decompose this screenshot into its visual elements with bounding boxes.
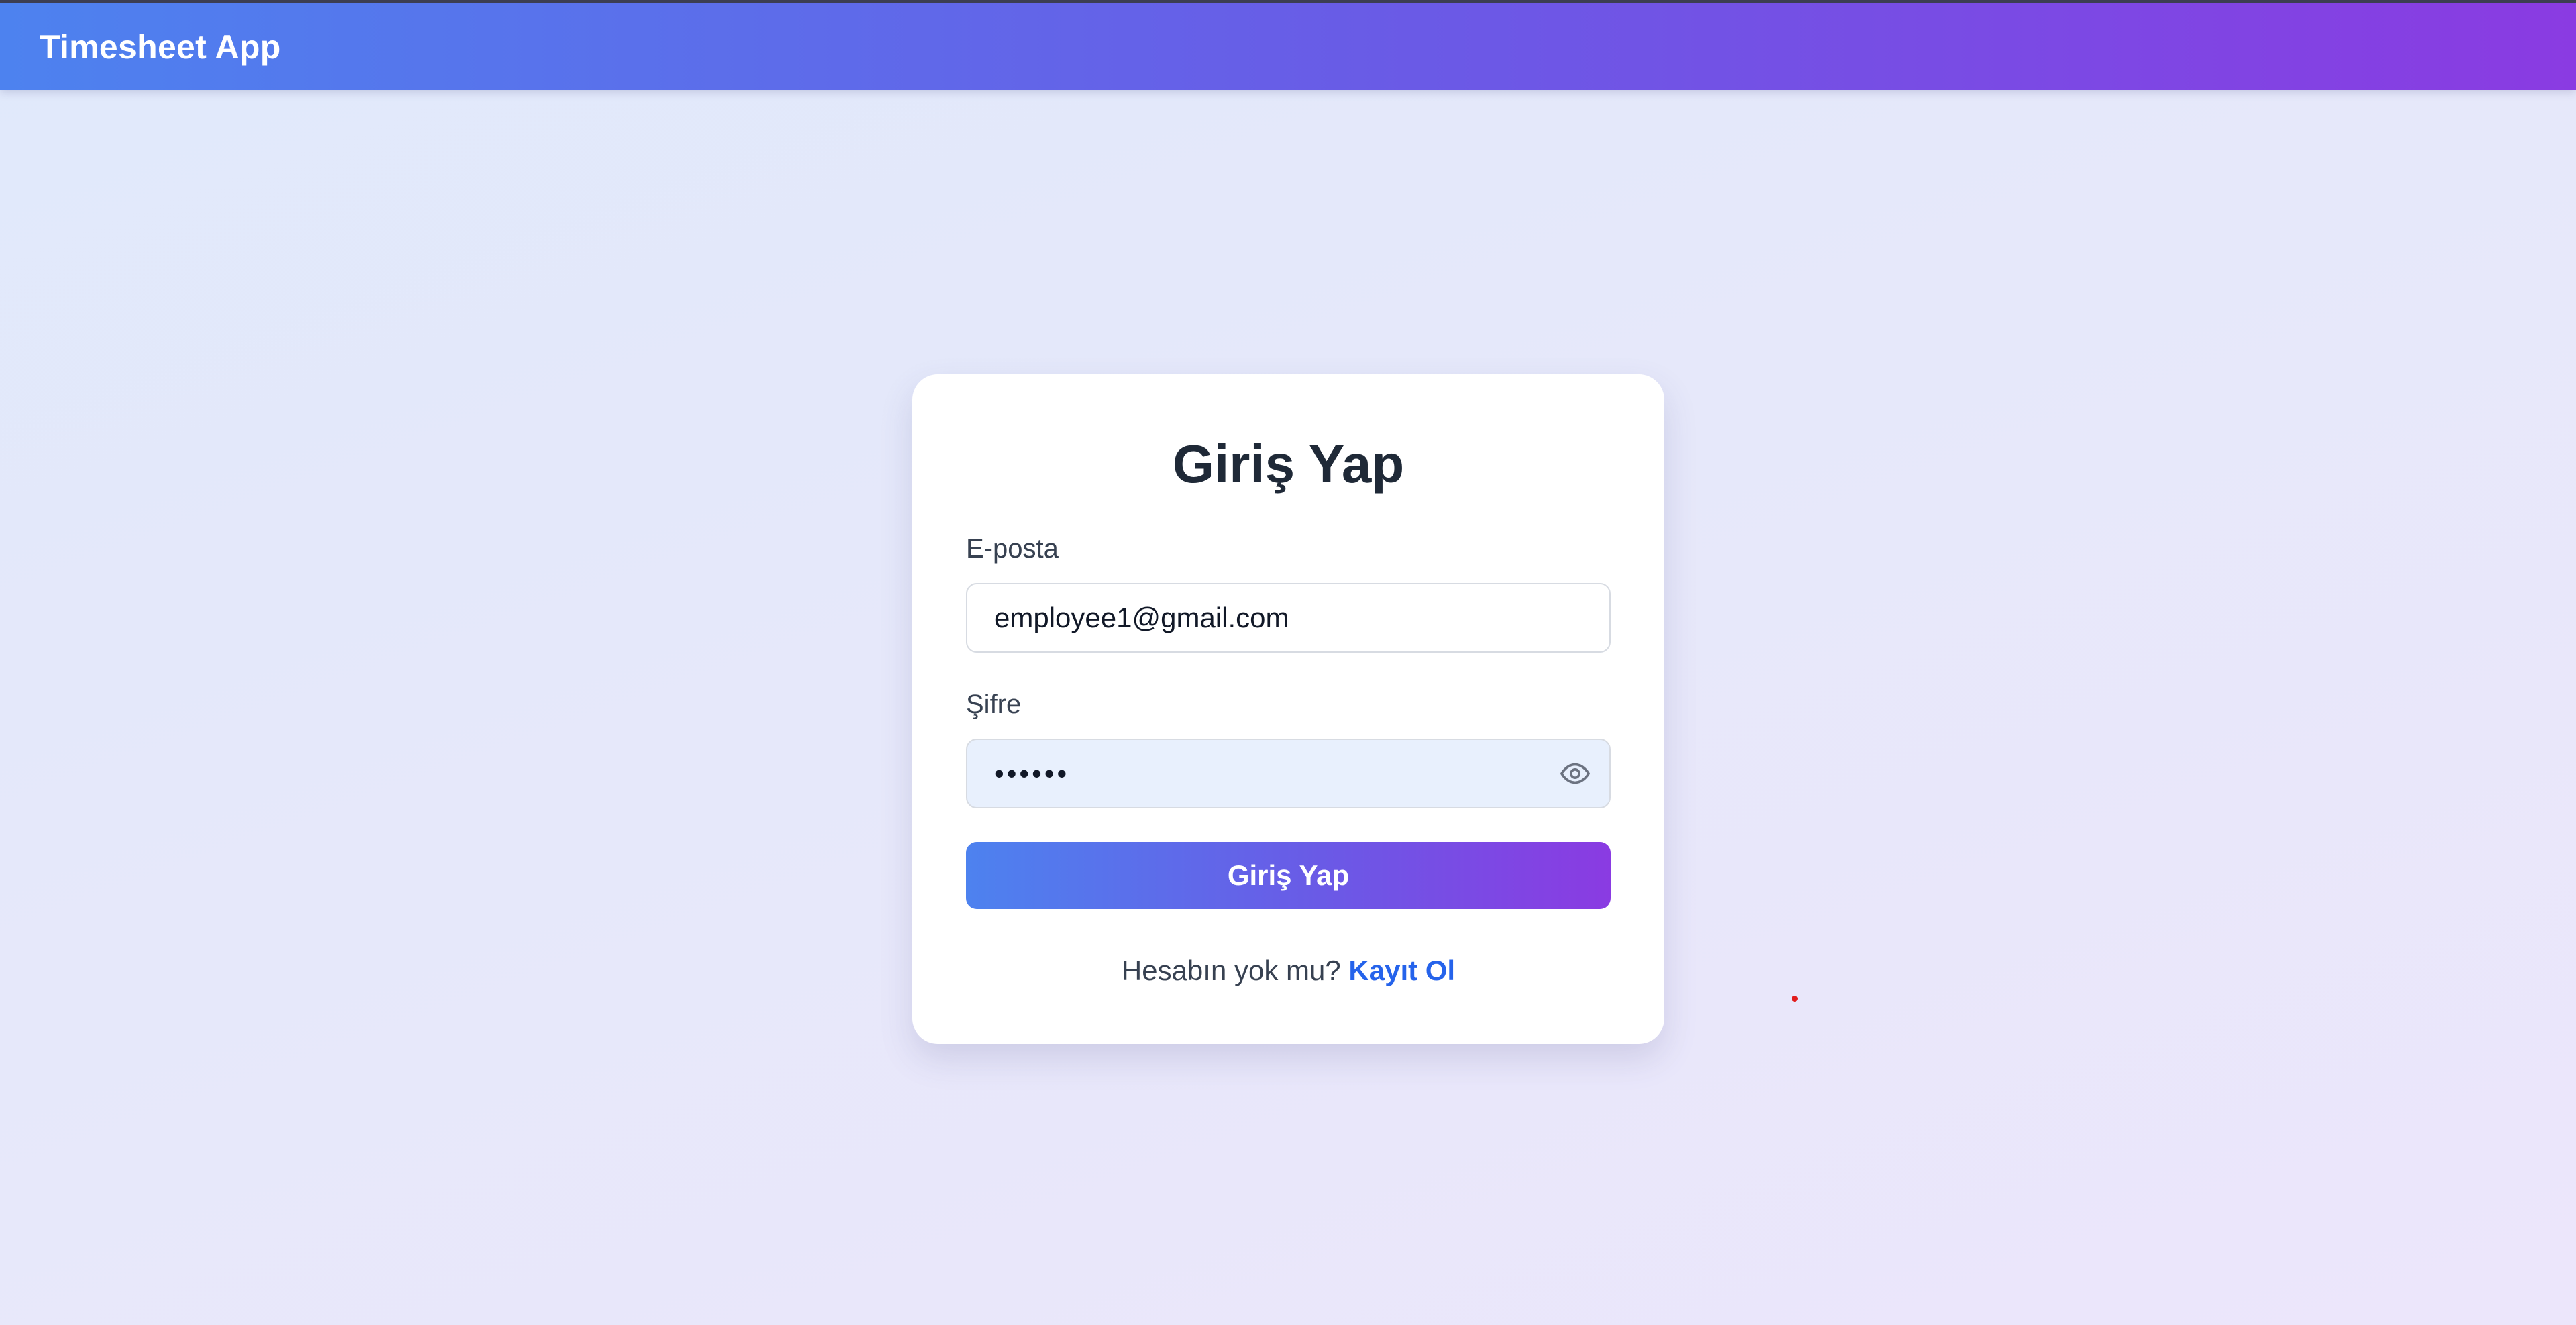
login-card: Giriş Yap E-posta Şifre Giriş Yap Hesabı… — [912, 374, 1664, 1044]
email-label: E-posta — [966, 534, 1059, 564]
login-submit-button[interactable]: Giriş Yap — [966, 842, 1611, 909]
eye-icon[interactable] — [1556, 755, 1594, 792]
signup-link[interactable]: Kayıt Ol — [1348, 955, 1455, 986]
email-input[interactable] — [966, 583, 1611, 653]
cursor-marker — [1792, 996, 1798, 1002]
login-title: Giriş Yap — [1172, 434, 1405, 494]
signup-prompt: Hesabın yok mu? Kayıt Ol — [912, 955, 1664, 987]
password-input[interactable] — [966, 739, 1611, 808]
app-brand[interactable]: Timesheet App — [40, 28, 281, 66]
signup-prompt-text: Hesabın yok mu? — [1121, 955, 1341, 986]
top-navbar: Timesheet App — [0, 3, 2576, 90]
password-label: Şifre — [966, 690, 1022, 719]
